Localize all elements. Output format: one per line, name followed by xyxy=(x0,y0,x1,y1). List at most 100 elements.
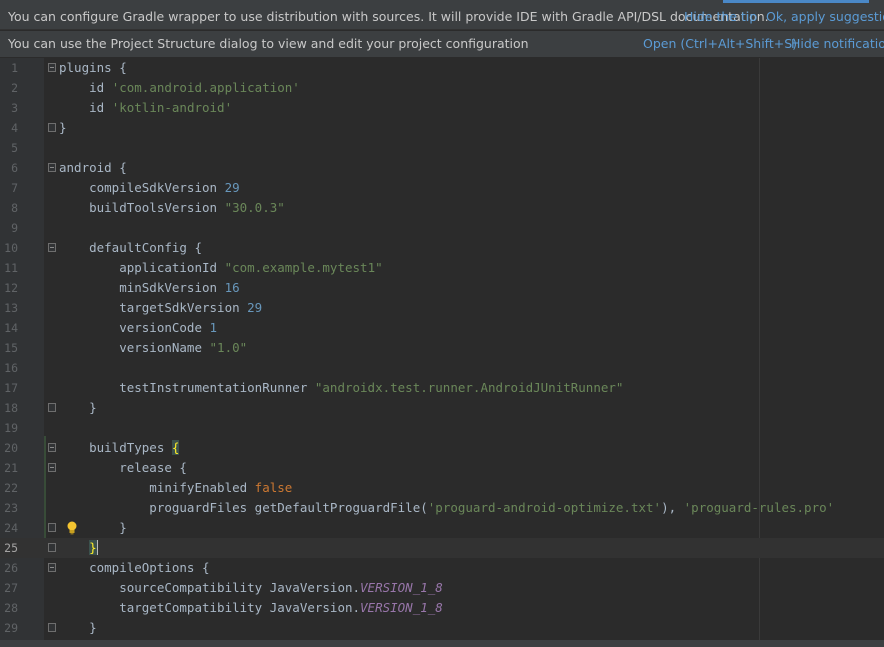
hide-tip-link[interactable]: Hide the tip xyxy=(684,3,757,29)
code-line[interactable]: 27 sourceCompatibility JavaVersion.VERSI… xyxy=(0,578,884,598)
code-line[interactable]: 11 applicationId "com.example.mytest1" xyxy=(0,258,884,278)
code-line[interactable]: 19 xyxy=(0,418,884,438)
code-text: versionName "1.0" xyxy=(59,340,248,355)
fold-end-icon[interactable] xyxy=(48,123,56,132)
line-number: 25 xyxy=(4,541,18,555)
code-line[interactable]: 17 testInstrumentationRunner "androidx.t… xyxy=(0,378,884,398)
line-number: 21 xyxy=(4,461,18,475)
line-number: 5 xyxy=(11,141,18,155)
code-line[interactable]: 12 minSdkVersion 16 xyxy=(0,278,884,298)
project-structure-banner: You can use the Project Structure dialog… xyxy=(0,31,884,57)
line-number: 28 xyxy=(4,601,18,615)
fold-collapse-icon[interactable] xyxy=(48,443,56,452)
code-text: } xyxy=(59,400,97,415)
code-line[interactable]: 24 } xyxy=(0,518,884,538)
line-number: 18 xyxy=(4,401,18,415)
code-text: id 'com.android.application' xyxy=(59,80,300,95)
fold-end-icon[interactable] xyxy=(48,403,56,412)
code-text: minSdkVersion 16 xyxy=(59,280,240,295)
line-number: 4 xyxy=(11,121,18,135)
code-text: targetCompatibility JavaVersion.VERSION_… xyxy=(59,600,443,615)
code-line[interactable]: 1 plugins { xyxy=(0,58,884,78)
code-line[interactable]: 6 android { xyxy=(0,158,884,178)
code-line[interactable]: 8 buildToolsVersion "30.0.3" xyxy=(0,198,884,218)
line-number: 8 xyxy=(11,201,18,215)
hide-notification-link[interactable]: Hide notification xyxy=(791,31,884,57)
fold-end-icon[interactable] xyxy=(48,543,56,552)
line-number: 2 xyxy=(11,81,18,95)
line-number: 9 xyxy=(11,221,18,235)
gradle-tip-banner: You can configure Gradle wrapper to use … xyxy=(0,3,884,30)
fold-collapse-icon[interactable] xyxy=(48,243,56,252)
code-text: compileSdkVersion 29 xyxy=(59,180,240,195)
line-number: 22 xyxy=(4,481,18,495)
code-line[interactable]: 23 proguardFiles getDefaultProguardFile(… xyxy=(0,498,884,518)
code-text: sourceCompatibility JavaVersion.VERSION_… xyxy=(59,580,443,595)
project-structure-message: You can use the Project Structure dialog… xyxy=(8,36,529,51)
line-number: 12 xyxy=(4,281,18,295)
line-number: 1 xyxy=(11,61,18,75)
fold-collapse-icon[interactable] xyxy=(48,63,56,72)
fold-collapse-icon[interactable] xyxy=(48,463,56,472)
line-number: 6 xyxy=(11,161,18,175)
line-number: 26 xyxy=(4,561,18,575)
code-line[interactable]: 14 versionCode 1 xyxy=(0,318,884,338)
code-text: minifyEnabled false xyxy=(59,480,293,495)
open-project-structure-link[interactable]: Open (Ctrl+Alt+Shift+S) xyxy=(643,31,797,57)
line-number: 15 xyxy=(4,341,18,355)
code-line[interactable]: 15 versionName "1.0" xyxy=(0,338,884,358)
code-line[interactable]: 10 defaultConfig { xyxy=(0,238,884,258)
code-text: release { xyxy=(59,460,187,475)
code-line[interactable]: 28 targetCompatibility JavaVersion.VERSI… xyxy=(0,598,884,618)
line-number: 19 xyxy=(4,421,18,435)
apply-suggestion-link[interactable]: Ok, apply suggestion! xyxy=(766,3,884,29)
code-text: buildTypes { xyxy=(59,440,180,455)
code-text: plugins { xyxy=(59,60,127,75)
code-text: id 'kotlin-android' xyxy=(59,100,233,115)
line-number: 11 xyxy=(4,261,18,275)
code-line[interactable]: 4} xyxy=(0,118,884,138)
code-line[interactable]: 5 xyxy=(0,138,884,158)
code-text: } xyxy=(59,620,97,635)
line-number: 27 xyxy=(4,581,18,595)
code-text: compileOptions { xyxy=(59,560,210,575)
line-number: 29 xyxy=(4,621,18,635)
fold-collapse-icon[interactable] xyxy=(48,563,56,572)
code-line[interactable]: 18 } xyxy=(0,398,884,418)
code-line[interactable]: 3 id 'kotlin-android' xyxy=(0,98,884,118)
code-line[interactable]: 16 xyxy=(0,358,884,378)
code-editor[interactable]: 1 plugins { 2 id 'com.android.application'… xyxy=(0,58,884,640)
line-number: 24 xyxy=(4,521,18,535)
line-number: 10 xyxy=(4,241,18,255)
code-line[interactable]: 26 compileOptions { xyxy=(0,558,884,578)
code-text: android { xyxy=(59,160,127,175)
code-line[interactable]: 22 minifyEnabled false xyxy=(0,478,884,498)
line-number: 16 xyxy=(4,361,18,375)
code-text: buildToolsVersion "30.0.3" xyxy=(59,200,285,215)
code-line[interactable]: 9 xyxy=(0,218,884,238)
code-line[interactable]: 25 } xyxy=(0,538,884,558)
line-number: 13 xyxy=(4,301,18,315)
fold-end-icon[interactable] xyxy=(48,623,56,632)
fold-collapse-icon[interactable] xyxy=(48,163,56,172)
line-number: 7 xyxy=(11,181,18,195)
line-number: 23 xyxy=(4,501,18,515)
code-text: applicationId "com.example.mytest1" xyxy=(59,260,383,275)
code-text: versionCode 1 xyxy=(59,320,218,335)
code-text: } xyxy=(59,120,67,135)
code-line[interactable]: 29 } xyxy=(0,618,884,638)
code-line[interactable]: 20 buildTypes { xyxy=(0,438,884,458)
fold-end-icon[interactable] xyxy=(48,523,56,532)
line-number: 14 xyxy=(4,321,18,335)
line-number: 20 xyxy=(4,441,18,455)
code-line[interactable]: 21 release { xyxy=(0,458,884,478)
horizontal-scrollbar[interactable] xyxy=(0,640,884,647)
code-text: defaultConfig { xyxy=(59,240,202,255)
code-line[interactable]: 13 targetSdkVersion 29 xyxy=(0,298,884,318)
code-line[interactable]: 2 id 'com.android.application' xyxy=(0,78,884,98)
line-number: 3 xyxy=(11,101,18,115)
code-line[interactable]: 7 compileSdkVersion 29 xyxy=(0,178,884,198)
code-text: } xyxy=(59,520,127,535)
code-text: targetSdkVersion 29 xyxy=(59,300,263,315)
gradle-tip-message: You can configure Gradle wrapper to use … xyxy=(8,9,769,24)
